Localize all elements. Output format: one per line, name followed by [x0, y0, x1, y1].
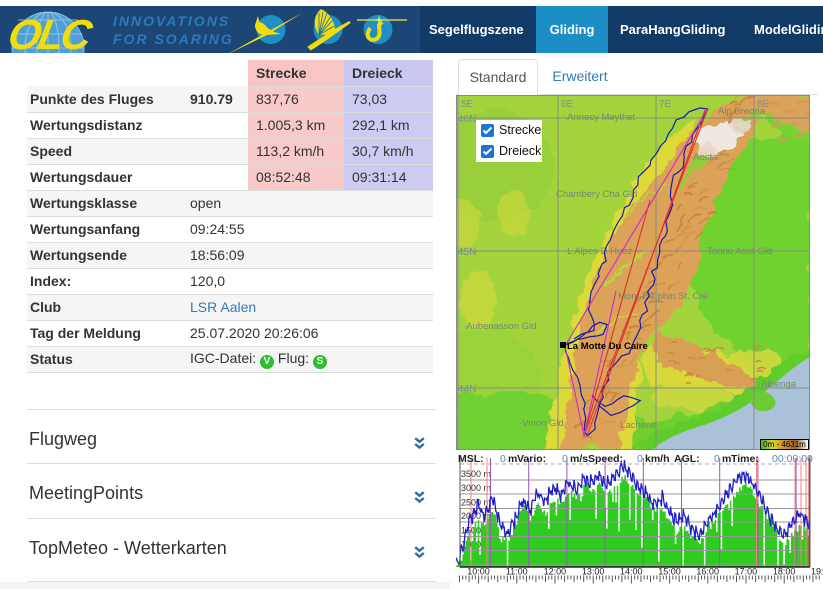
- svg-text:Alp Breona: Alp Breona: [718, 106, 766, 117]
- svg-text:Mont-Da·phin St. Cré: Mont-Da·phin St. Cré: [618, 291, 708, 302]
- svg-text:18:00: 18:00: [773, 567, 796, 577]
- svg-text:45N: 45N: [458, 247, 476, 258]
- svg-text:INNOVATIONS: INNOVATIONS: [113, 13, 230, 29]
- svg-text:·Aosta: ·Aosta: [690, 152, 718, 163]
- svg-text:14:00: 14:00: [620, 567, 643, 577]
- svg-text:·Annecy Meythet: ·Annecy Meythet: [564, 112, 636, 123]
- svg-text:6E: 6E: [561, 99, 574, 110]
- svg-text:7E: 7E: [659, 99, 672, 110]
- svg-text:17:00: 17:00: [735, 567, 758, 577]
- svg-text:16:00: 16:00: [696, 567, 719, 577]
- svg-text:·Lachens: ·Lachens: [617, 420, 656, 431]
- svg-text:44N: 44N: [458, 384, 476, 395]
- svg-text:OLC: OLC: [5, 11, 97, 53]
- svg-text:10:00: 10:00: [467, 567, 490, 577]
- svg-text:·Torino Aerit Gld: ·Torino Aerit Gld: [704, 246, 772, 257]
- svg-text:La Motte Du Caire: La Motte Du Caire: [567, 341, 648, 352]
- svg-text:·Vinon Gld: ·Vinon Gld: [519, 418, 564, 429]
- svg-text:Chambery Cha Gld: Chambery Cha Gld: [556, 189, 637, 200]
- svg-text:46N: 46N: [458, 114, 476, 125]
- svg-text:·Albenga: ·Albenga: [758, 379, 797, 390]
- svg-text:13:00: 13:00: [582, 567, 605, 577]
- svg-text:FOR SOARING: FOR SOARING: [113, 31, 234, 47]
- svg-text:12:00: 12:00: [544, 567, 567, 577]
- svg-text:19:00: 19:00: [811, 567, 823, 577]
- svg-text:·Aubenasson Gld: ·Aubenasson Gld: [463, 321, 536, 332]
- svg-text:5E: 5E: [461, 99, 474, 110]
- svg-text:15:00: 15:00: [658, 567, 681, 577]
- svg-text:11:00: 11:00: [506, 567, 528, 577]
